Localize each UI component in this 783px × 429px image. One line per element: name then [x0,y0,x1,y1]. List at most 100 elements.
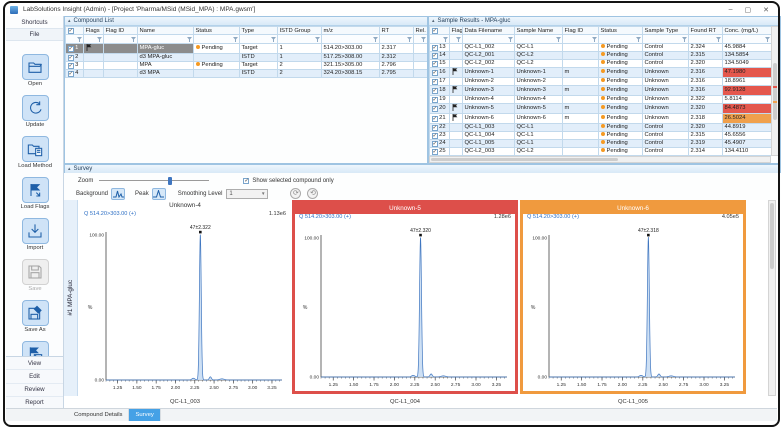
compound-row[interactable]: ✓ 1MPA-glucPendingTarget1514.20>303.002.… [66,43,428,53]
column-header[interactable]: Status [599,27,643,35]
filter-cell[interactable] [240,35,278,44]
sample-row[interactable]: ✓ 18Unknown-3Unknown-3mPendingUnknown2.3… [430,85,772,95]
apply-all-button[interactable]: ⟲ [307,188,318,199]
survey-vertical-scrollbar[interactable] [768,200,776,396]
sample-row[interactable]: ✓ 16Unknown-1Unknown-1mPendingUnknown2.3… [430,67,772,77]
filter-cell[interactable] [322,35,380,44]
row-checkbox[interactable]: ✓ [68,46,74,52]
row-checkbox[interactable]: ✓ [432,88,438,94]
filter-funnel-icon[interactable] [187,37,192,42]
column-header[interactable]: Conc. (mg/L) [723,27,772,35]
filter-funnel-icon[interactable] [443,37,448,42]
background-peak-button[interactable] [111,188,125,200]
compound-row[interactable]: ✓ 4d3 MPAISTD2324.20>308.152.795 [66,69,428,77]
open-button[interactable]: Open [6,54,64,87]
filter-cell[interactable] [689,35,723,44]
row-checkbox[interactable]: ✓ [432,141,438,147]
filter-funnel-icon[interactable] [421,37,426,42]
survey-tile-unknown-4[interactable]: Unknown-4Q 514.20>303.00 (+)1.13e61.251.… [80,200,290,394]
column-header[interactable]: Flags [84,27,104,35]
filter-cell[interactable] [194,35,240,44]
filter-funnel-icon[interactable] [407,37,412,42]
filter-funnel-icon[interactable] [77,37,82,42]
minimize-button[interactable]: – [729,6,733,14]
compound-row-strip[interactable]: #1 MPA-gluc [64,200,78,396]
load-method-button[interactable]: Load Method [6,136,64,169]
collapse-icon[interactable]: ▴ [68,166,71,172]
filter-funnel-icon[interactable] [592,37,597,42]
filter-funnel-icon[interactable] [456,37,461,42]
filter-cell[interactable] [430,35,450,44]
row-checkbox[interactable]: ✓ [432,28,438,34]
filter-cell[interactable] [723,35,772,44]
row-checkbox[interactable]: ✓ [432,53,438,59]
column-header[interactable]: Type [240,27,278,35]
column-header[interactable]: Flags [450,27,463,35]
column-header[interactable]: Flag ID [563,27,599,35]
sample-horizontal-scrollbar[interactable] [429,156,771,163]
refresh-all-button[interactable]: ⟳ [290,188,301,199]
sample-row[interactable]: ✓ 25QC-L2_003QC-L2PendingControl2.314134… [430,147,772,155]
filter-funnel-icon[interactable] [716,37,721,42]
row-checkbox[interactable]: ✓ [432,133,438,139]
next-tile-title[interactable]: QC-L1_005 [618,399,648,405]
row-checkbox[interactable]: ✓ [432,149,438,155]
peak-button[interactable] [152,188,166,200]
filter-funnel-icon[interactable] [233,37,238,42]
sample-row[interactable]: ✓ 24QC-L1_005QC-L1PendingControl2.31945.… [430,139,772,147]
column-header[interactable]: ISTD Group [278,27,322,35]
tab-compound-details[interactable]: Compound Details [68,409,129,421]
row-checkbox[interactable]: ✓ [68,63,74,69]
filter-cell[interactable] [84,35,104,44]
filter-cell[interactable] [450,35,463,44]
load-flags-button[interactable]: Load Flags [6,177,64,210]
sample-row[interactable]: ✓ 22QC-L1_003QC-L1PendingControl2.32044.… [430,123,772,131]
sidebar-nav-review[interactable]: Review [6,384,63,397]
save-as-button[interactable]: Save As [6,300,64,333]
filter-funnel-icon[interactable] [508,37,513,42]
filter-cell[interactable] [563,35,599,44]
column-header[interactable]: Rel. Int. [414,27,428,35]
close-button[interactable]: ✕ [763,6,769,14]
column-header[interactable]: Sample Name [515,27,563,35]
filter-cell[interactable] [599,35,643,44]
column-header[interactable]: m/z [322,27,380,35]
row-checkbox[interactable]: ✓ [432,45,438,51]
filter-funnel-icon[interactable] [682,37,687,42]
filter-cell[interactable] [643,35,689,44]
filter-cell[interactable] [66,35,84,44]
sample-results-header[interactable]: ▴ Sample Results - MPA-gluc [429,17,780,26]
column-header[interactable]: Name [138,27,194,35]
compound-row[interactable]: ✓ 2d3 MPA-glucISTD1517.25>308.002.312 [66,53,428,61]
column-header[interactable]: Status [194,27,240,35]
sample-row[interactable]: ✓ 21Unknown-6Unknown-6mPendingUnknown2.3… [430,113,772,123]
maximize-button[interactable]: ▢ [745,6,752,14]
row-checkbox[interactable]: ✓ [432,106,438,112]
next-tile-title[interactable]: QC-L1_004 [390,399,420,405]
survey-tile-unknown-6[interactable]: Unknown-6Q 514.20>303.00 (+)4.05e51.251.… [520,200,746,394]
sample-row[interactable]: ✓ 19Unknown-4Unknown-4PendingUnknown2.32… [430,95,772,103]
import-button[interactable]: Import [6,218,64,251]
sample-row[interactable]: ✓ 14QC-L2_001QC-L2PendingControl2.315134… [430,51,772,59]
zoom-slider-thumb[interactable] [168,177,172,185]
row-checkbox[interactable]: ✓ [432,70,438,76]
row-checkbox[interactable]: ✓ [432,97,438,103]
column-header[interactable]: Sample Type [643,27,689,35]
filter-cell[interactable] [138,35,194,44]
sidebar-section-file[interactable]: File [6,28,63,41]
filter-cell[interactable] [515,35,563,44]
sample-row[interactable]: ✓ 15QC-L2_002QC-L2PendingControl2.320134… [430,59,772,67]
row-checkbox[interactable]: ✓ [68,55,74,61]
filter-funnel-icon[interactable] [315,37,320,42]
column-header[interactable]: Data Filename [463,27,515,35]
sample-vertical-scrollbar[interactable] [771,26,779,156]
tab-survey[interactable]: Survey [129,409,160,421]
filter-funnel-icon[interactable] [765,37,770,42]
filter-funnel-icon[interactable] [271,37,276,42]
show-selected-checkbox[interactable]: ✓ [243,178,249,184]
row-checkbox[interactable]: ✓ [432,125,438,131]
update-button[interactable]: Update [6,95,64,128]
filter-cell[interactable] [104,35,138,44]
row-checkbox[interactable]: ✓ [432,61,438,67]
column-header[interactable]: ✓ [430,27,450,35]
